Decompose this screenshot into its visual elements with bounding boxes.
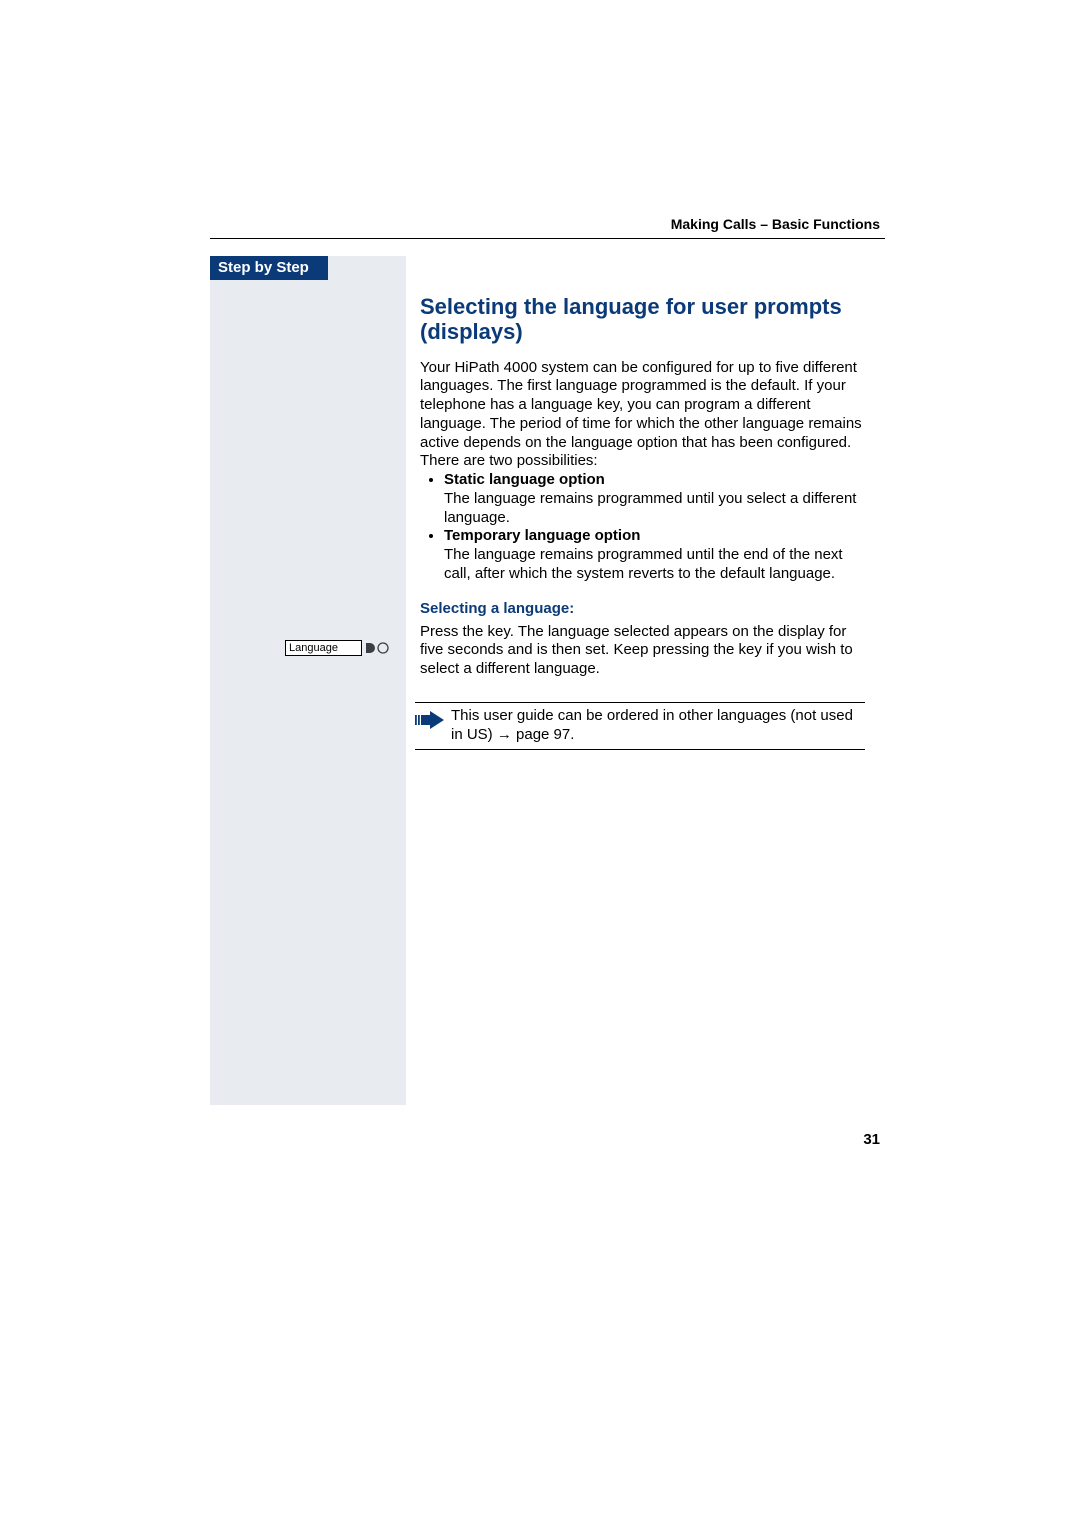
options-list: Static language option The language rema… [420, 471, 870, 584]
subheading: Selecting a language: [420, 600, 870, 617]
step-sidebar [210, 256, 406, 1105]
note-arrow-icon [415, 709, 445, 731]
list-item: Temporary language option The language r… [444, 527, 870, 583]
running-header: Making Calls – Basic Functions [671, 216, 880, 232]
header-rule [210, 238, 885, 239]
language-key-label: Language [285, 640, 362, 656]
list-item: Static language option The language rema… [444, 471, 870, 527]
key-led-icons [365, 642, 389, 654]
note-text: This user guide can be ordered in other … [451, 707, 865, 745]
step-by-step-tab: Step by Step [210, 256, 328, 280]
option-title: Static language option [444, 471, 605, 488]
intro-paragraph: Your HiPath 4000 system can be configure… [420, 359, 870, 472]
led-open-icon [377, 642, 389, 654]
led-half-icon [365, 642, 375, 654]
press-key-paragraph: Press the key. The language selected app… [420, 623, 870, 679]
note-box: This user guide can be ordered in other … [415, 702, 865, 750]
option-title: Temporary language option [444, 527, 640, 544]
language-key-widget: Language [285, 640, 389, 656]
option-desc: The language remains programmed until yo… [444, 490, 856, 526]
option-desc: The language remains programmed until th… [444, 546, 843, 582]
page-number: 31 [863, 1131, 880, 1148]
section-heading: Selecting the language for user prompts … [420, 294, 870, 345]
